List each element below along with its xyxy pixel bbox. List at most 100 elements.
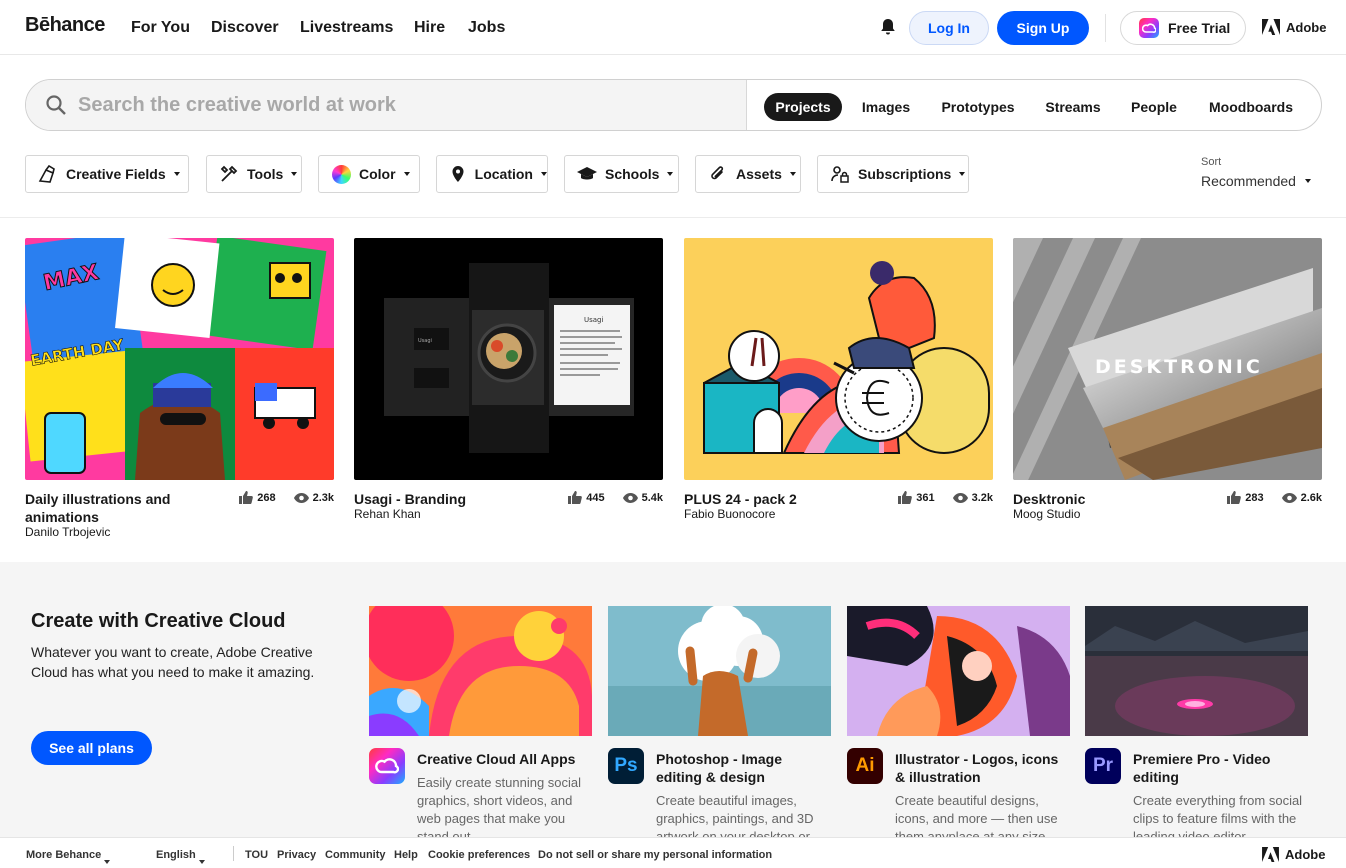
views-count: 3.2k [971,491,993,504]
search-bar: Search the creative world at work Projec… [25,79,1322,131]
login-button[interactable]: Log In [909,11,989,45]
tab-moodboards[interactable]: Moodboards [1203,93,1299,121]
views-count: 2.6k [1300,491,1322,504]
person-lock-icon [830,164,850,184]
usagi-letter-text: Usagi [584,316,604,324]
app-card-premiere-pro[interactable]: Pr Premiere Pro - Video editing Create e… [1085,606,1308,844]
project-title[interactable]: PLUS 24 - pack 2 [684,490,864,508]
thumbs-up-icon [898,491,913,504]
project-card[interactable]: PLUS 24 - pack 2 Fabio Buonocore 361 3.2… [684,238,993,521]
tab-people[interactable]: People [1123,93,1185,121]
footer-more-behance[interactable]: More Behance [26,849,111,864]
filter-color[interactable]: Color [318,155,420,193]
behance-logo[interactable]: Bēhance [25,14,105,37]
footer-divider [233,846,234,861]
app-thumbnail[interactable] [1085,606,1308,736]
filter-divider [0,217,1346,218]
promo-description: Whatever you want to create, Adobe Creat… [31,644,315,680]
search-input-area[interactable]: Search the creative world at work [26,80,747,130]
search-input[interactable]: Search the creative world at work [78,94,396,117]
app-title[interactable]: Photoshop - Image editing & design [656,750,831,786]
project-owner[interactable]: Danilo Trbojevic [25,525,110,539]
adobe-logo-icon [1262,19,1280,35]
filter-label: Color [359,166,396,182]
filter-schools[interactable]: Schools [564,155,679,193]
search-icon [46,95,66,115]
illustrator-icon: Ai [847,748,883,784]
project-stats: 361 3.2k [898,491,993,504]
footer-adobe-label: Adobe [1285,847,1326,862]
footer-link-do-not-sell[interactable]: Do not sell or share my personal informa… [538,849,772,861]
filter-label: Creative Fields [66,166,166,182]
nav-jobs[interactable]: Jobs [468,19,505,37]
creative-fields-icon [38,164,58,184]
usagi-card-text: Usagi [418,338,432,344]
app-thumbnail[interactable] [369,606,592,736]
project-card[interactable]: DESKTRONIC Desktronic Moog Studio 283 2.… [1013,238,1322,521]
project-title[interactable]: Daily illustrations and animations [25,490,205,526]
thumbs-up-icon [1227,491,1242,504]
tab-streams[interactable]: Streams [1036,93,1110,121]
photoshop-icon: Ps [608,748,644,784]
app-title[interactable]: Creative Cloud All Apps [417,750,592,768]
nav-for-you[interactable]: For You [131,19,190,37]
project-title[interactable]: Desktronic [1013,490,1193,508]
eye-icon [952,492,968,503]
filter-tools[interactable]: Tools [206,155,302,193]
project-owner[interactable]: Fabio Buonocore [684,507,775,521]
filter-label: Tools [247,166,284,182]
footer-link-tou[interactable]: TOU [245,849,268,861]
app-thumbnail[interactable] [847,606,1070,736]
sort-dropdown[interactable]: Recommended [1201,173,1311,189]
project-thumbnail[interactable]: MAX EARTH DAY [25,238,334,480]
free-trial-button[interactable]: Free Trial [1120,11,1246,45]
views-count: 2.3k [312,491,334,504]
filter-assets[interactable]: Assets [695,155,801,193]
project-card[interactable]: MAX EARTH DAY Daily illustrations and an… [25,238,334,539]
footer-link-privacy[interactable]: Privacy [277,849,316,861]
tab-prototypes[interactable]: Prototypes [932,93,1024,121]
project-owner[interactable]: Rehan Khan [354,507,421,521]
project-stats: 268 2.3k [239,491,334,504]
top-header: Bēhance For You Discover Livestreams Hir… [0,0,1346,55]
project-card[interactable]: Usagi Usagi Usagi - Branding Rehan Khan … [354,238,663,521]
footer: More Behance English TOU Privacy Communi… [0,837,1346,868]
bell-icon[interactable] [880,18,896,36]
nav-hire[interactable]: Hire [414,19,445,37]
project-thumbnail[interactable] [684,238,993,480]
footer-link-community[interactable]: Community [325,849,386,861]
see-all-plans-button[interactable]: See all plans [31,731,152,765]
app-card-creative-cloud[interactable]: Creative Cloud All Apps Easily create st… [369,606,592,844]
tab-images[interactable]: Images [852,93,920,121]
filter-label: Location [474,166,533,182]
nav-livestreams[interactable]: Livestreams [300,19,393,37]
app-title[interactable]: Illustrator - Logos, icons & illustratio… [895,750,1070,786]
tools-icon [219,164,239,184]
filter-subscriptions[interactable]: Subscriptions [817,155,969,193]
nav-discover[interactable]: Discover [211,19,279,37]
adobe-link[interactable]: Adobe [1262,19,1326,35]
eye-icon [1281,492,1297,503]
sort-label: Sort [1201,156,1222,168]
project-thumbnail[interactable]: Usagi Usagi [354,238,663,480]
app-title[interactable]: Premiere Pro - Video editing [1133,750,1308,786]
footer-link-cookie-preferences[interactable]: Cookie preferences [428,849,530,861]
filter-label: Subscriptions [858,166,952,182]
footer-language-label: English [156,849,196,861]
eye-icon [622,492,638,503]
footer-adobe-link[interactable]: Adobe [1262,847,1325,862]
signup-button[interactable]: Sign Up [997,11,1089,45]
filter-creative-fields[interactable]: Creative Fields [25,155,189,193]
likes-count: 283 [1245,491,1264,504]
project-thumbnail[interactable]: DESKTRONIC [1013,238,1322,480]
footer-language[interactable]: English [156,849,205,864]
likes-count: 268 [257,491,276,504]
app-card-illustrator[interactable]: Ai Illustrator - Logos, icons & illustra… [847,606,1070,844]
filter-location[interactable]: Location [436,155,548,193]
footer-link-help[interactable]: Help [394,849,418,861]
app-card-photoshop[interactable]: Ps Photoshop - Image editing & design Cr… [608,606,831,844]
project-title[interactable]: Usagi - Branding [354,490,534,508]
project-owner[interactable]: Moog Studio [1013,507,1080,521]
tab-projects[interactable]: Projects [764,93,842,121]
app-thumbnail[interactable] [608,606,831,736]
